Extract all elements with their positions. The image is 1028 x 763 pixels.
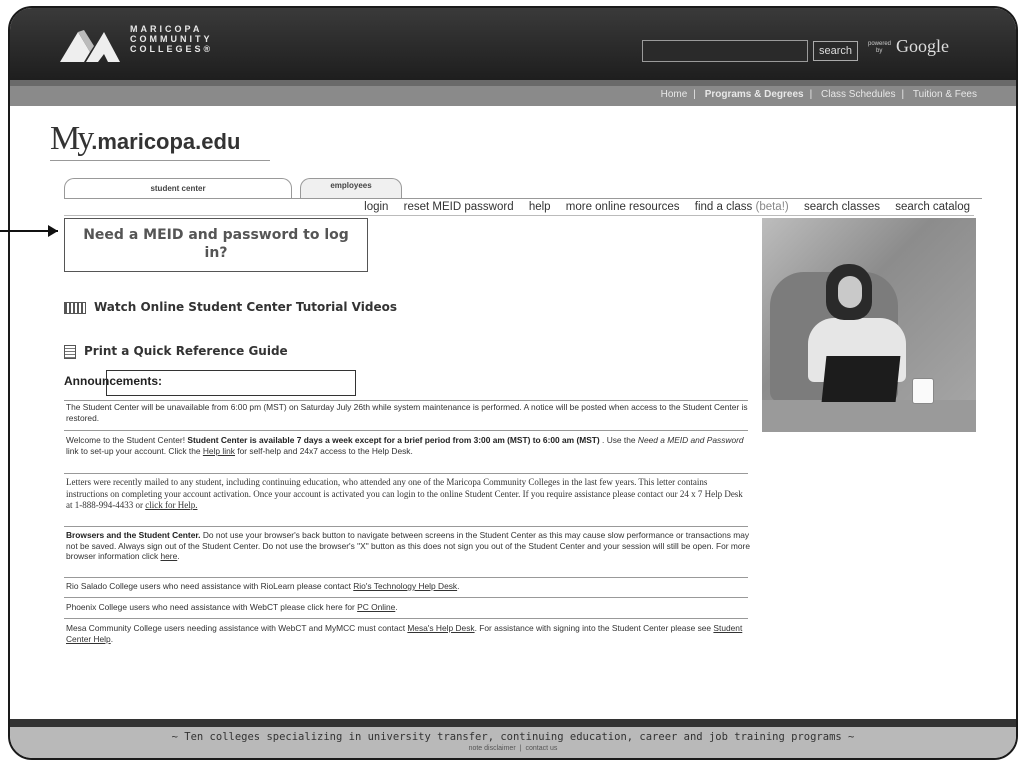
nav-separator: | — [809, 89, 813, 100]
disclaimer-link[interactable]: note disclaimer — [465, 745, 520, 752]
meid-text: Need a MEID and password to log — [83, 227, 349, 243]
tab-student-center[interactable]: student center — [64, 178, 292, 199]
find-class-link[interactable]: find a class — [695, 201, 753, 213]
announcement-item: Letters were recently mailed to any stud… — [66, 477, 743, 510]
announcements-divider — [64, 400, 748, 401]
announcement-divider — [64, 473, 748, 474]
logo-text: MARICOPA COMMUNITY COLLEGES® — [130, 24, 213, 54]
logo-line: COMMUNITY — [130, 34, 213, 44]
sub-nav: login reset MEID password help more onli… — [352, 201, 970, 213]
header-bar: MARICOPA COMMUNITY COLLEGES® search powe… — [10, 8, 1016, 80]
announcement-divider — [64, 526, 748, 527]
reset-password-link[interactable]: reset MEID password — [404, 201, 514, 213]
nav-separator: | — [693, 89, 696, 100]
search-catalog-link[interactable]: search catalog — [895, 201, 970, 213]
reference-guide-link[interactable]: Print a Quick Reference Guide — [64, 344, 288, 359]
search-input[interactable] — [642, 40, 808, 62]
login-link[interactable]: login — [364, 201, 388, 213]
footer: ~ Ten colleges specializing in universit… — [10, 727, 1016, 758]
logo-underline — [50, 160, 270, 161]
top-nav: Home | Programs & Degrees | Class Schedule… — [10, 80, 1016, 106]
announcement-divider — [64, 597, 748, 598]
footer-tagline: ~ Ten colleges specializing in universit… — [171, 731, 855, 743]
sub-nav-divider — [64, 215, 974, 216]
rio-help-desk-link[interactable]: Rio's Technology Help Desk — [353, 581, 457, 591]
tutorial-videos-label: Watch Online Student Center Tutorial Vid… — [94, 300, 397, 314]
tutorial-videos-link[interactable]: Watch Online Student Center Tutorial Vid… — [64, 300, 397, 314]
logo-line: COLLEGES® — [130, 44, 214, 54]
contact-us-link[interactable]: contact us — [521, 745, 561, 752]
announcement-item: Browsers and the Student Center. Do not … — [66, 530, 750, 561]
online-resources-link[interactable]: more online resources — [566, 201, 680, 213]
pc-online-link[interactable]: PC Online — [357, 602, 395, 612]
tab-employees[interactable]: employees — [300, 178, 402, 199]
search-button[interactable]: search — [813, 41, 859, 61]
document-icon — [64, 344, 76, 359]
announcement-divider — [64, 430, 748, 431]
my-maricopa-logo[interactable]: My.maricopa.edu — [50, 120, 240, 158]
logo-line: MARICOPA — [130, 24, 203, 34]
brand-domain: .maricopa.edu — [91, 129, 241, 154]
reference-guide-label: Print a Quick Reference Guide — [84, 344, 288, 358]
powered-by-label: powered by — [868, 41, 891, 55]
powered-text: by — [876, 48, 883, 54]
brand-my: My — [50, 120, 94, 157]
meid-password-button[interactable]: Need a MEID and password to log in? — [64, 218, 368, 272]
click-for-help-link[interactable]: click for Help. — [145, 500, 197, 510]
maricopa-logo-icon[interactable] — [60, 22, 130, 68]
help-link[interactable]: help — [529, 201, 551, 213]
footer-bar — [10, 719, 1016, 727]
tab-divider — [64, 198, 982, 199]
arrow-icon — [48, 225, 58, 237]
announcement-divider — [64, 577, 748, 578]
nav-class-schedules[interactable]: Class Schedules — [818, 89, 898, 100]
help-desk-link[interactable]: Help link — [203, 446, 235, 456]
nav-separator: | — [901, 89, 905, 100]
page-frame: MARICOPA COMMUNITY COLLEGES® search powe… — [8, 6, 1018, 760]
browser-info-link[interactable]: here — [160, 551, 177, 561]
announcement-divider — [64, 618, 748, 619]
meid-text: in? — [204, 245, 228, 261]
announcement-item: Mesa Community College users needing ass… — [66, 623, 743, 644]
annotation-box — [106, 370, 356, 396]
student-photo — [762, 218, 976, 432]
announcement-item: Phoenix College users who need assistanc… — [66, 602, 398, 612]
announcement-item: Welcome to the Student Center! Student C… — [66, 435, 744, 456]
announcement-item: The Student Center will be unavailable f… — [66, 402, 748, 423]
nav-programs-degrees[interactable]: Programs & Degrees — [702, 89, 807, 100]
video-icon — [64, 301, 86, 314]
announcement-item: Rio Salado College users who need assist… — [66, 581, 460, 591]
search-classes-link[interactable]: search classes — [804, 201, 880, 213]
google-logo: Google — [896, 36, 949, 56]
powered-text: powered — [868, 41, 892, 47]
nav-home[interactable]: Home — [658, 89, 691, 100]
nav-tuition-fees[interactable]: Tuition & Fees — [910, 89, 980, 100]
mesa-help-desk-link[interactable]: Mesa's Help Desk — [407, 623, 474, 633]
beta-label: (beta!) — [755, 201, 789, 213]
